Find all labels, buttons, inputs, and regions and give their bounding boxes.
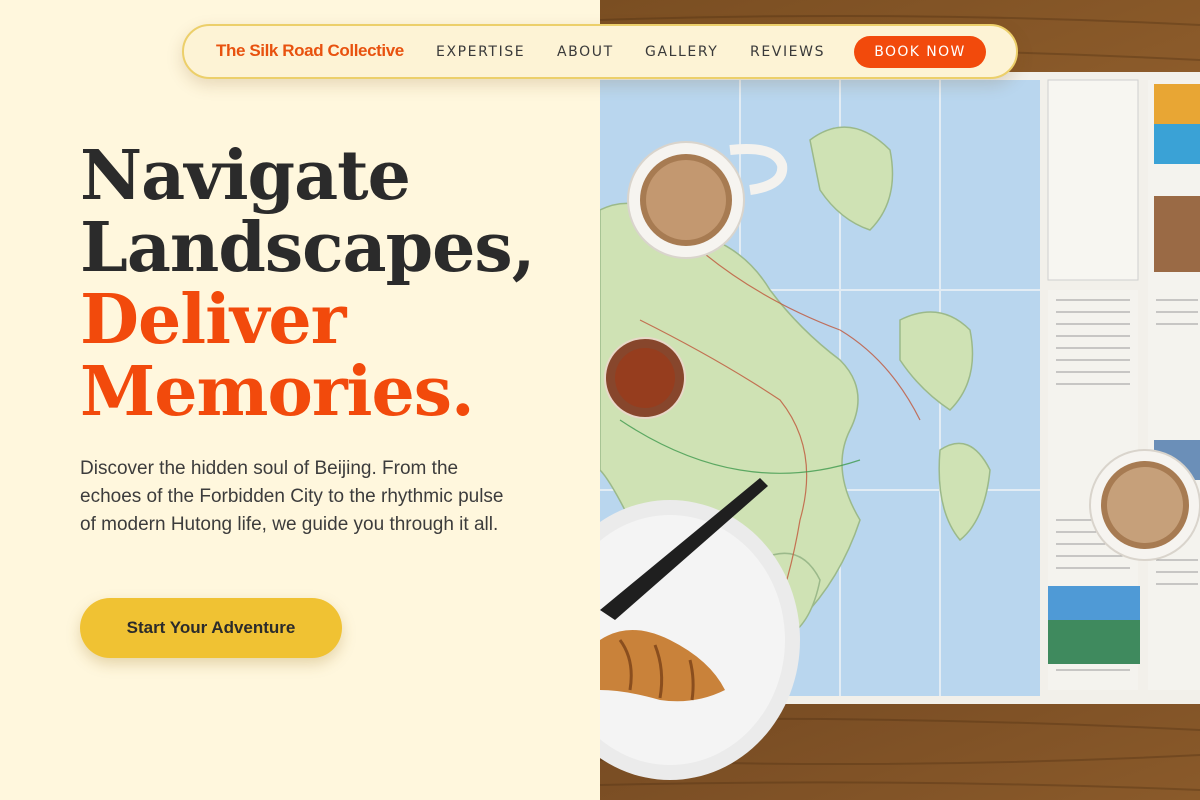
book-now-button[interactable]: BOOK NOW [854, 36, 986, 68]
travel-photo [600, 0, 1200, 800]
nav-link-reviews[interactable]: REVIEWS [750, 44, 825, 60]
hero-description: Discover the hidden soul of Beijing. Fro… [80, 458, 504, 535]
nav-link-about[interactable]: ABOUT [557, 44, 614, 60]
hero-left-panel: Navigate Landscapes, Deliver Memories. D… [0, 0, 600, 800]
hero-headline: Navigate Landscapes, Deliver Memories. [80, 136, 535, 432]
top-navigation: The Silk Road Collective EXPERTISE ABOUT… [182, 24, 1018, 79]
headline-line-memories: Memories. [80, 352, 475, 432]
headline-line-deliver: Deliver [80, 280, 347, 360]
headline-line-landscapes: Landscapes, [80, 208, 535, 288]
nav-link-expertise[interactable]: EXPERTISE [436, 44, 525, 60]
headline-line-navigate: Navigate [80, 136, 411, 216]
nav-link-gallery[interactable]: GALLERY [645, 44, 718, 60]
brand-logo[interactable]: The Silk Road Collective [216, 41, 404, 61]
start-adventure-button[interactable]: Start Your Adventure [80, 598, 342, 658]
